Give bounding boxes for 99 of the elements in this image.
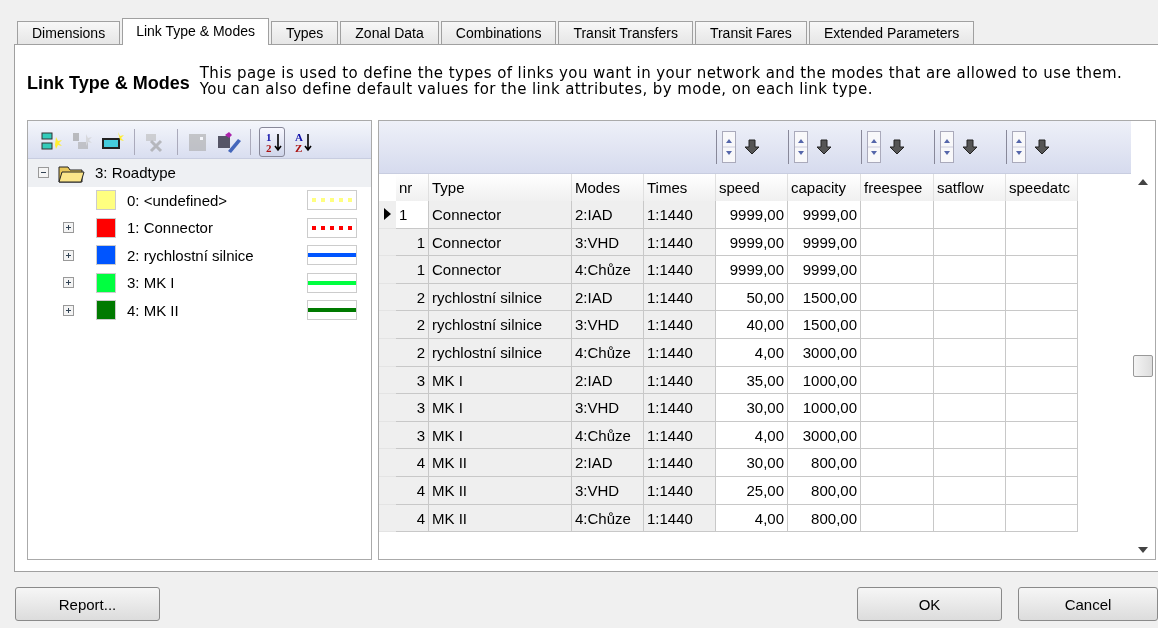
tree-item[interactable]: 0: <undefined> bbox=[127, 191, 307, 209]
table-cell: 4:Chůze bbox=[572, 421, 644, 450]
tab[interactable]: Zonal Data bbox=[340, 21, 439, 44]
column-header[interactable]: speedatc bbox=[1006, 174, 1078, 201]
tab[interactable]: Transit Transfers bbox=[558, 21, 693, 44]
column-header[interactable]: capacity bbox=[788, 174, 861, 201]
table-cell: 9999,00 bbox=[788, 228, 861, 257]
table-cell: 30,00 bbox=[716, 394, 788, 422]
table-cell: 1500,00 bbox=[788, 311, 861, 339]
table-cell: 2:IAD bbox=[572, 283, 644, 312]
table-cell: 9999,00 bbox=[716, 228, 788, 257]
table-cell: 1 bbox=[396, 256, 429, 284]
column-header[interactable]: speed bbox=[716, 174, 788, 201]
table-cell: 40,00 bbox=[716, 311, 788, 339]
table-cell: MK I bbox=[429, 394, 572, 422]
column-header[interactable]: nr bbox=[396, 174, 429, 201]
table-cell: 1000,00 bbox=[788, 366, 861, 395]
table-cell: 1:1440 bbox=[644, 201, 716, 229]
table-cell: 3:VHD bbox=[572, 311, 644, 339]
table-cell: MK I bbox=[429, 421, 572, 450]
table-cell: 3 bbox=[396, 421, 429, 450]
table-cell: 3000,00 bbox=[788, 338, 861, 367]
report-button[interactable]: Report... bbox=[15, 587, 160, 621]
table-cell: 800,00 bbox=[788, 449, 861, 477]
tree-item[interactable]: 2: rychlostní silnice bbox=[127, 246, 307, 264]
table-cell: 9999,00 bbox=[788, 201, 861, 229]
column-header[interactable]: satflow bbox=[934, 174, 1006, 201]
table-cell: MK II bbox=[429, 476, 572, 505]
table-cell: rychlostní silnice bbox=[429, 283, 572, 312]
table-cell: 800,00 bbox=[788, 476, 861, 505]
table-cell: 25,00 bbox=[716, 476, 788, 505]
tree-item[interactable]: 1: Connector bbox=[127, 219, 307, 237]
dialog-button[interactable]: Cancel bbox=[1018, 587, 1158, 621]
table-cell: 1500,00 bbox=[788, 283, 861, 312]
table-cell: 4,00 bbox=[716, 338, 788, 367]
column-header[interactable]: Times bbox=[644, 174, 716, 201]
tab[interactable]: Types bbox=[270, 21, 339, 44]
table-cell: MK II bbox=[429, 504, 572, 533]
table-cell: 3:VHD bbox=[572, 476, 644, 505]
table-cell: 1:1440 bbox=[644, 338, 716, 367]
table-cell: 2 bbox=[396, 338, 429, 367]
table-cell: 4 bbox=[396, 504, 429, 533]
table-cell: 35,00 bbox=[716, 366, 788, 395]
table-cell: 2 bbox=[396, 311, 429, 339]
table-cell: 2:IAD bbox=[572, 201, 644, 229]
table-cell: 3:VHD bbox=[572, 228, 644, 257]
table-cell: 1 bbox=[396, 201, 429, 229]
column-header[interactable]: freespee bbox=[861, 174, 934, 201]
table-cell: 4 bbox=[396, 476, 429, 505]
tree-item[interactable]: 4: MK II bbox=[127, 301, 307, 319]
table-cell: 4 bbox=[396, 449, 429, 477]
tab[interactable]: Transit Fares bbox=[694, 21, 807, 44]
table-cell: 3 bbox=[396, 366, 429, 395]
table-cell: Connector bbox=[429, 228, 572, 257]
table-cell: 1:1440 bbox=[644, 228, 716, 257]
table-cell: 1:1440 bbox=[644, 476, 716, 505]
table-cell: 4,00 bbox=[716, 421, 788, 450]
table-cell: 1:1440 bbox=[644, 394, 716, 422]
table-cell: Connector bbox=[429, 256, 572, 284]
table-cell: 30,00 bbox=[716, 449, 788, 477]
table-cell: Connector bbox=[429, 201, 572, 229]
table-cell: 800,00 bbox=[788, 504, 861, 533]
table-cell: rychlostní silnice bbox=[429, 311, 572, 339]
table-cell: 4,00 bbox=[716, 504, 788, 533]
table-cell: 3 bbox=[396, 394, 429, 422]
table-cell: 1:1440 bbox=[644, 366, 716, 395]
tab[interactable]: Extended Parameters bbox=[808, 21, 975, 44]
table-cell: MK II bbox=[429, 449, 572, 477]
table-cell: 2:IAD bbox=[572, 366, 644, 395]
page-title: Link Type & Modes bbox=[27, 72, 190, 94]
table-cell: 1:1440 bbox=[644, 283, 716, 312]
page-description: This page is used to define the types of links you want in your network and the modes that are allowed to use them. You can also define default values for the link attributes, by mode, on each link type. bbox=[199, 65, 1124, 97]
table-cell: 9999,00 bbox=[788, 256, 861, 284]
table-cell: 1:1440 bbox=[644, 311, 716, 339]
table-cell: 4:Chůze bbox=[572, 338, 644, 367]
column-header[interactable]: Type bbox=[429, 174, 572, 201]
table-cell: 1:1440 bbox=[644, 256, 716, 284]
table-cell: 3000,00 bbox=[788, 421, 861, 450]
dialog-button[interactable]: OK bbox=[857, 587, 1002, 621]
table-cell: 1:1440 bbox=[644, 421, 716, 450]
column-header[interactable]: Modes bbox=[572, 174, 644, 201]
table-cell: 1000,00 bbox=[788, 394, 861, 422]
table-cell: 9999,00 bbox=[716, 201, 788, 229]
tab[interactable]: Link Type & Modes bbox=[122, 18, 269, 45]
table-cell: rychlostní silnice bbox=[429, 338, 572, 367]
table-cell: 1:1440 bbox=[644, 449, 716, 477]
table-cell: 50,00 bbox=[716, 283, 788, 312]
table-cell: 4:Chůze bbox=[572, 256, 644, 284]
table-cell: MK I bbox=[429, 366, 572, 395]
table-cell: 9999,00 bbox=[716, 256, 788, 284]
table-cell: 2 bbox=[396, 283, 429, 312]
table-cell: 2:IAD bbox=[572, 449, 644, 477]
table-cell: 3:VHD bbox=[572, 394, 644, 422]
table-cell: 1:1440 bbox=[644, 504, 716, 533]
tab[interactable]: Dimensions bbox=[17, 21, 121, 44]
table-cell: 1 bbox=[396, 228, 429, 257]
table-cell: 4:Chůze bbox=[572, 504, 644, 533]
tree-item[interactable]: 3: MK I bbox=[127, 274, 307, 292]
tab[interactable]: Combinations bbox=[440, 21, 557, 44]
